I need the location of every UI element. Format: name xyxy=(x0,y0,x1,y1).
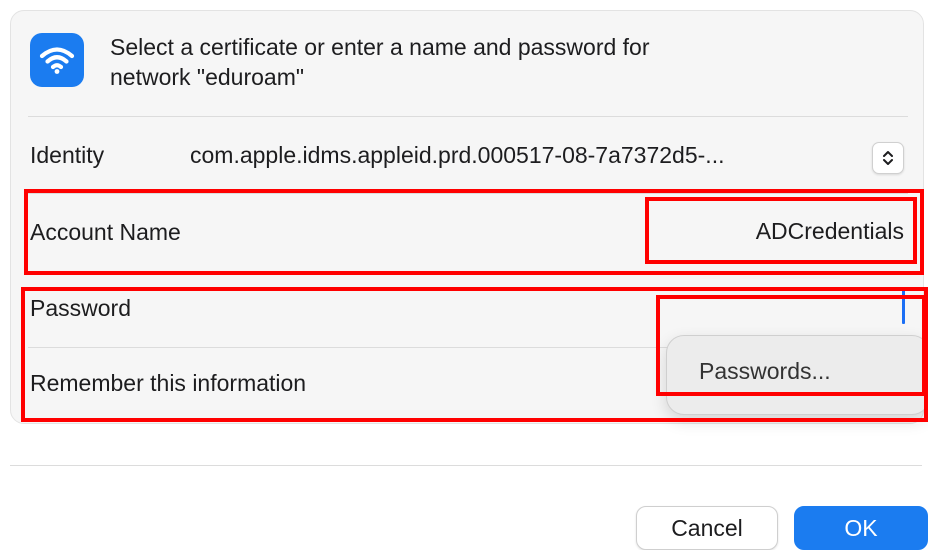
account-value-highlight xyxy=(645,197,917,264)
identity-label: Identity xyxy=(30,142,105,168)
dialog-message-line2: network "eduroam" xyxy=(110,64,305,90)
password-field-highlight xyxy=(656,295,926,396)
header-divider xyxy=(28,116,908,117)
ok-button[interactable]: OK xyxy=(794,506,928,550)
identity-popup-value[interactable]: com.apple.idms.appleid.prd.000517-08-7a7… xyxy=(190,142,724,169)
dialog-message-line1: Select a certificate or enter a name and… xyxy=(110,34,650,60)
cancel-button[interactable]: Cancel xyxy=(636,506,778,550)
dialog-message: Select a certificate or enter a name and… xyxy=(110,32,870,92)
identity-popup-button[interactable] xyxy=(872,142,904,174)
network-auth-dialog: Select a certificate or enter a name and… xyxy=(0,0,928,550)
wifi-icon xyxy=(30,33,84,87)
up-down-chevron-icon xyxy=(883,151,893,165)
footer-divider xyxy=(10,465,922,466)
